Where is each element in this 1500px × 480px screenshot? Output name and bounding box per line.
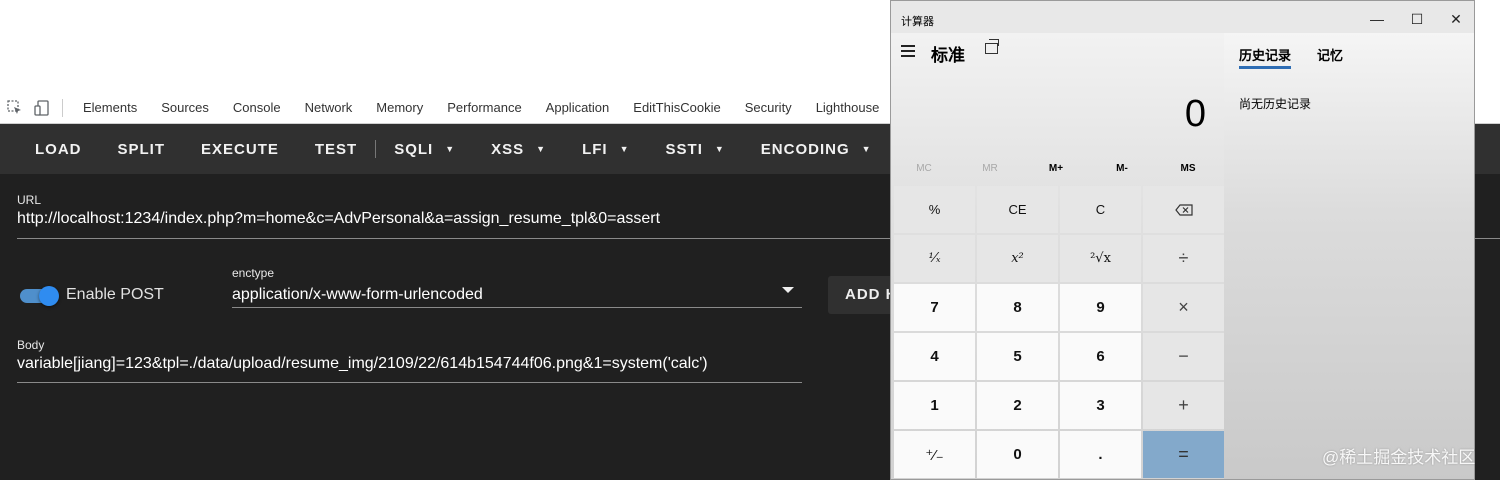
test-menu-button[interactable]: TEST xyxy=(297,124,375,174)
test-label: TEST xyxy=(314,140,358,158)
hamburger-menu-icon[interactable] xyxy=(901,45,915,60)
clear-button[interactable]: C xyxy=(1060,186,1141,233)
divide-button[interactable]: ÷ xyxy=(1143,235,1224,282)
sqli-menu-button[interactable]: SQLI ▼ xyxy=(376,124,473,174)
memory-store-button[interactable]: MS xyxy=(1155,163,1221,174)
memory-recall-button[interactable]: MR xyxy=(957,163,1023,174)
tab-console[interactable]: Console xyxy=(221,92,293,124)
reciprocal-button[interactable]: ¹⁄ₓ xyxy=(894,235,975,282)
history-pane: 历史记录 记忆 尚无历史记录 xyxy=(1224,33,1474,479)
digit-9-button[interactable]: 9 xyxy=(1060,284,1141,331)
ssti-label: SSTI xyxy=(665,140,703,158)
maximize-icon[interactable]: ☐ xyxy=(1407,9,1427,29)
split-button[interactable]: SPLIT xyxy=(100,124,184,174)
ssti-menu-button[interactable]: SSTI ▼ xyxy=(648,124,743,174)
digit-7-button[interactable]: 7 xyxy=(894,284,975,331)
history-empty-message: 尚无历史记录 xyxy=(1239,97,1312,111)
tab-history[interactable]: 历史记录 xyxy=(1239,45,1291,64)
body-label: Body xyxy=(17,338,45,352)
decimal-button[interactable]: . xyxy=(1060,431,1141,478)
close-icon[interactable]: ✕ xyxy=(1446,9,1466,29)
keep-on-top-icon[interactable] xyxy=(985,39,999,54)
subtract-button[interactable]: − xyxy=(1143,333,1224,380)
active-tab-indicator xyxy=(1239,66,1291,69)
load-button[interactable]: LOAD xyxy=(17,124,100,174)
tab-sources[interactable]: Sources xyxy=(149,92,221,124)
url-input[interactable]: http://localhost:1234/index.php?m=home&c… xyxy=(17,210,660,228)
square-button[interactable]: x² xyxy=(977,235,1058,282)
toggle-knob xyxy=(39,286,59,306)
load-label: LOAD xyxy=(35,140,82,158)
execute-button[interactable]: EXECUTE xyxy=(183,124,297,174)
url-label: URL xyxy=(17,193,42,207)
tab-performance[interactable]: Performance xyxy=(435,92,533,124)
digit-5-button[interactable]: 5 xyxy=(977,333,1058,380)
lfi-label: LFI xyxy=(582,140,608,158)
tab-network[interactable]: Network xyxy=(293,92,365,124)
minimize-icon[interactable]: — xyxy=(1367,9,1387,29)
digit-6-button[interactable]: 6 xyxy=(1060,333,1141,380)
body-input-underline xyxy=(17,382,802,383)
square-root-button[interactable]: ²√x xyxy=(1060,235,1141,282)
calculator-window: 计算器 — ☐ ✕ 标准 0 MC MR M+ M- MS % CE C ¹⁄ₓ… xyxy=(890,0,1475,480)
window-title: 计算器 xyxy=(901,16,934,28)
digit-8-button[interactable]: 8 xyxy=(977,284,1058,331)
enctype-dropdown-icon[interactable] xyxy=(782,287,794,293)
enctype-underline xyxy=(232,307,802,308)
tab-editthiscookie[interactable]: EditThisCookie xyxy=(621,92,732,124)
calculator-main-pane: 标准 0 MC MR M+ M- MS % CE C ¹⁄ₓ x² ²√x ÷ … xyxy=(891,33,1224,479)
backspace-icon xyxy=(1174,203,1193,216)
memory-subtract-button[interactable]: M- xyxy=(1089,163,1155,174)
multiply-button[interactable]: × xyxy=(1143,284,1224,331)
enctype-label: enctype xyxy=(232,266,275,280)
tab-memory[interactable]: Memory xyxy=(364,92,435,124)
backspace-button[interactable] xyxy=(1143,186,1224,233)
memory-clear-button[interactable]: MC xyxy=(891,163,957,174)
lfi-menu-button[interactable]: LFI ▼ xyxy=(564,124,647,174)
mode-title: 标准 xyxy=(931,46,965,65)
equals-button[interactable]: = xyxy=(1143,431,1224,478)
dropdown-caret-icon: ▼ xyxy=(714,144,725,154)
negate-button[interactable]: ⁺⁄₋ xyxy=(894,431,975,478)
clear-entry-button[interactable]: CE xyxy=(977,186,1058,233)
enctype-select[interactable]: application/x-www-form-urlencoded xyxy=(232,286,483,304)
digit-3-button[interactable]: 3 xyxy=(1060,382,1141,429)
percent-button[interactable]: % xyxy=(894,186,975,233)
memory-row: MC MR M+ M- MS xyxy=(891,163,1224,179)
toolbar-divider xyxy=(62,98,63,117)
dropdown-caret-icon: ▼ xyxy=(445,144,456,154)
tab-elements[interactable]: Elements xyxy=(71,92,149,124)
tab-lighthouse[interactable]: Lighthouse xyxy=(804,92,892,124)
body-input[interactable]: variable[jiang]=123&tpl=./data/upload/re… xyxy=(17,355,708,373)
digit-0-button[interactable]: 0 xyxy=(977,431,1058,478)
memory-add-button[interactable]: M+ xyxy=(1023,163,1089,174)
inspect-element-icon[interactable] xyxy=(0,92,28,124)
watermark: @稀土掘金技术社区 xyxy=(1322,448,1476,467)
enable-post-label: Enable POST xyxy=(66,286,164,303)
encoding-label: ENCODING xyxy=(760,140,850,158)
digit-4-button[interactable]: 4 xyxy=(894,333,975,380)
digit-1-button[interactable]: 1 xyxy=(894,382,975,429)
execute-label: EXECUTE xyxy=(201,140,279,158)
encoding-menu-button[interactable]: ENCODING ▼ xyxy=(743,124,890,174)
add-button[interactable]: + xyxy=(1143,382,1224,429)
result-display: 0 xyxy=(1184,93,1206,135)
xss-label: XSS xyxy=(491,140,525,158)
digit-2-button[interactable]: 2 xyxy=(977,382,1058,429)
sqli-label: SQLI xyxy=(394,140,434,158)
split-label: SPLIT xyxy=(117,140,166,158)
tab-security[interactable]: Security xyxy=(733,92,804,124)
dropdown-caret-icon: ▼ xyxy=(861,144,872,154)
tab-application[interactable]: Application xyxy=(534,92,622,124)
dropdown-caret-icon: ▼ xyxy=(536,144,547,154)
device-toolbar-icon[interactable] xyxy=(28,92,56,124)
xss-menu-button[interactable]: XSS ▼ xyxy=(473,124,564,174)
dropdown-caret-icon: ▼ xyxy=(619,144,630,154)
tab-memory[interactable]: 记忆 xyxy=(1317,45,1343,64)
enable-post-toggle[interactable] xyxy=(20,286,60,306)
